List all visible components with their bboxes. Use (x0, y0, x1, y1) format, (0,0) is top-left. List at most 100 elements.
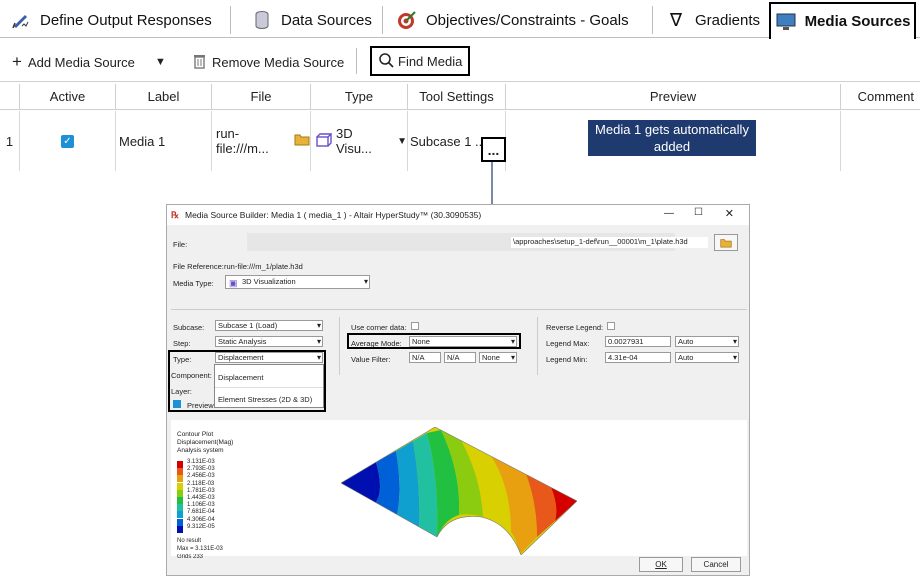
dropdown-option[interactable]: Displacement (218, 373, 263, 382)
legend-max-input[interactable]: 0.0027931 (605, 336, 671, 347)
layer-label: Layer: (171, 387, 192, 396)
type-select[interactable]: Displacement (215, 352, 323, 363)
column-header-tool-settings[interactable]: Tool Settings (408, 84, 506, 110)
legend-value: 9.312E-05 (187, 523, 215, 530)
maximize-icon[interactable]: ☐ (694, 207, 703, 218)
legend-swatch (177, 468, 183, 476)
contour-plot (341, 427, 577, 555)
type-cell[interactable]: 3D Visu... ▼ (311, 111, 408, 171)
legend-value: 2.793E-03 (187, 466, 215, 473)
divider (537, 317, 538, 375)
contour-system: Analysis system (177, 447, 224, 454)
search-icon (378, 52, 394, 71)
add-media-source-label: Add Media Source (27, 54, 135, 70)
value-filter-select[interactable]: None (479, 352, 517, 363)
active-checkbox[interactable]: ✓ (61, 134, 74, 148)
legend-min-mode-select[interactable]: Auto (675, 352, 739, 363)
max-label: Max = 3.131E-03 (177, 546, 223, 552)
media-type-value: 3D Visualization (242, 277, 296, 286)
average-mode-label: Average Mode: (351, 339, 402, 348)
3d-visualization-icon (314, 131, 333, 152)
step-select[interactable]: Static Analysis (215, 336, 323, 347)
ok-button[interactable]: OK (639, 557, 683, 572)
value-filter-max[interactable]: N/A (444, 352, 476, 363)
tab-divider (382, 6, 383, 34)
tab-label: Media Sources (804, 13, 911, 30)
nabla-icon: ∇ (669, 9, 683, 30)
tab-label: Objectives/Constraints - Goals (426, 11, 629, 29)
tool-settings-ellipsis-button[interactable]: ... (481, 137, 506, 162)
row-number: 1 (0, 111, 20, 171)
dialog-title: Media Source Builder: Media 1 ( media_1 … (185, 210, 482, 220)
legend-value: 1.781E-03 (187, 487, 215, 494)
reverse-legend-label: Reverse Legend: (546, 323, 604, 332)
active-cell[interactable]: ✓ (20, 111, 116, 171)
preview-label: Preview (187, 401, 214, 410)
legend-swatch (177, 511, 183, 519)
subcase-label: Subcase: (173, 323, 205, 332)
use-corner-data-checkbox[interactable] (411, 322, 419, 330)
comment-cell[interactable] (841, 111, 920, 171)
file-cell[interactable]: run-file:///m... (212, 111, 311, 171)
folder-icon[interactable] (294, 133, 310, 149)
page: { "tabs":[ {"label":"Define Output Respo… (0, 0, 920, 583)
find-media-button[interactable]: Find Media (370, 46, 471, 76)
tab-divider (652, 6, 653, 34)
legend-value: 1.106E-03 (187, 502, 215, 509)
no-result-label: No result (177, 538, 202, 544)
legend-swatch (177, 504, 183, 512)
find-media-label: Find Media (398, 53, 463, 69)
column-header-comment[interactable]: Comment (841, 84, 920, 110)
file-label: File: (173, 240, 188, 249)
database-icon (251, 9, 273, 31)
legend-value: 2.456E-03 (187, 473, 215, 480)
legend-value: 1.443E-03 (187, 495, 215, 501)
add-dropdown-arrow[interactable]: ▼ (155, 50, 166, 74)
legend-swatch (177, 525, 183, 533)
tab-gradients[interactable]: ∇ Gradients (665, 3, 760, 37)
file-reference-value: run-file:///m_1/plate.h3d (224, 262, 303, 271)
close-icon[interactable]: ✕ (725, 207, 734, 220)
pencil-chart-icon (10, 9, 32, 31)
cancel-button[interactable]: Cancel (691, 557, 741, 572)
column-header-label[interactable]: Label (116, 84, 212, 110)
label-cell[interactable]: Media 1 (116, 111, 212, 171)
tab-objectives-constraints[interactable]: Objectives/Constraints - Goals (396, 3, 629, 37)
legend-min-input[interactable]: 4.31e-04 (605, 352, 671, 363)
reverse-legend-checkbox[interactable] (607, 322, 615, 330)
file-path-field[interactable]: \approaches\setup_1-def\run__00001\m_1\p… (511, 237, 708, 248)
legend-swatch (177, 489, 183, 497)
legend-max-label: Legend Max: (546, 339, 590, 348)
subcase-select[interactable]: Subcase 1 (Load) (215, 320, 323, 331)
toolbar-divider (356, 48, 357, 74)
remove-media-source-button[interactable]: Remove Media Source (193, 50, 344, 74)
minimize-icon[interactable]: — (664, 208, 674, 219)
divider (215, 387, 323, 388)
legend-max-mode-select[interactable]: Auto (675, 336, 739, 347)
preview-checkbox[interactable] (173, 400, 181, 408)
tab-label: Define Output Responses (40, 11, 212, 29)
column-header-preview[interactable]: Preview (506, 84, 841, 110)
media-type-select[interactable]: ▣ 3D Visualization (225, 275, 370, 289)
column-header-file[interactable]: File (212, 84, 311, 110)
divider (171, 309, 747, 310)
browse-button[interactable] (714, 234, 738, 251)
toolbar: + Add Media Source ▼ Remove Media Source… (0, 42, 920, 82)
tab-define-output-responses[interactable]: Define Output Responses (10, 3, 212, 37)
dropdown-option[interactable]: Element Stresses (2D & 3D) (218, 395, 312, 404)
tab-data-sources[interactable]: Data Sources (251, 3, 372, 37)
tab-media-sources[interactable]: Media Sources (769, 2, 916, 39)
add-media-source-button[interactable]: + Add Media Source (12, 50, 135, 74)
grids-label: Grids 233 (177, 554, 204, 558)
legend-min-label: Legend Min: (546, 355, 588, 364)
file-value: run-file:///m... (216, 126, 269, 156)
column-header-type[interactable]: Type (311, 84, 408, 110)
average-mode-select[interactable]: None (409, 336, 517, 347)
chevron-down-icon[interactable]: ▼ (397, 136, 407, 147)
value-filter-min[interactable]: N/A (409, 352, 441, 363)
column-header-active[interactable]: Active (20, 84, 116, 110)
annotation-callout: Media 1 gets automatically added (588, 120, 756, 156)
legend-swatch (177, 518, 183, 526)
component-label: Component: (171, 371, 212, 380)
use-corner-data-label: Use corner data: (351, 323, 407, 332)
